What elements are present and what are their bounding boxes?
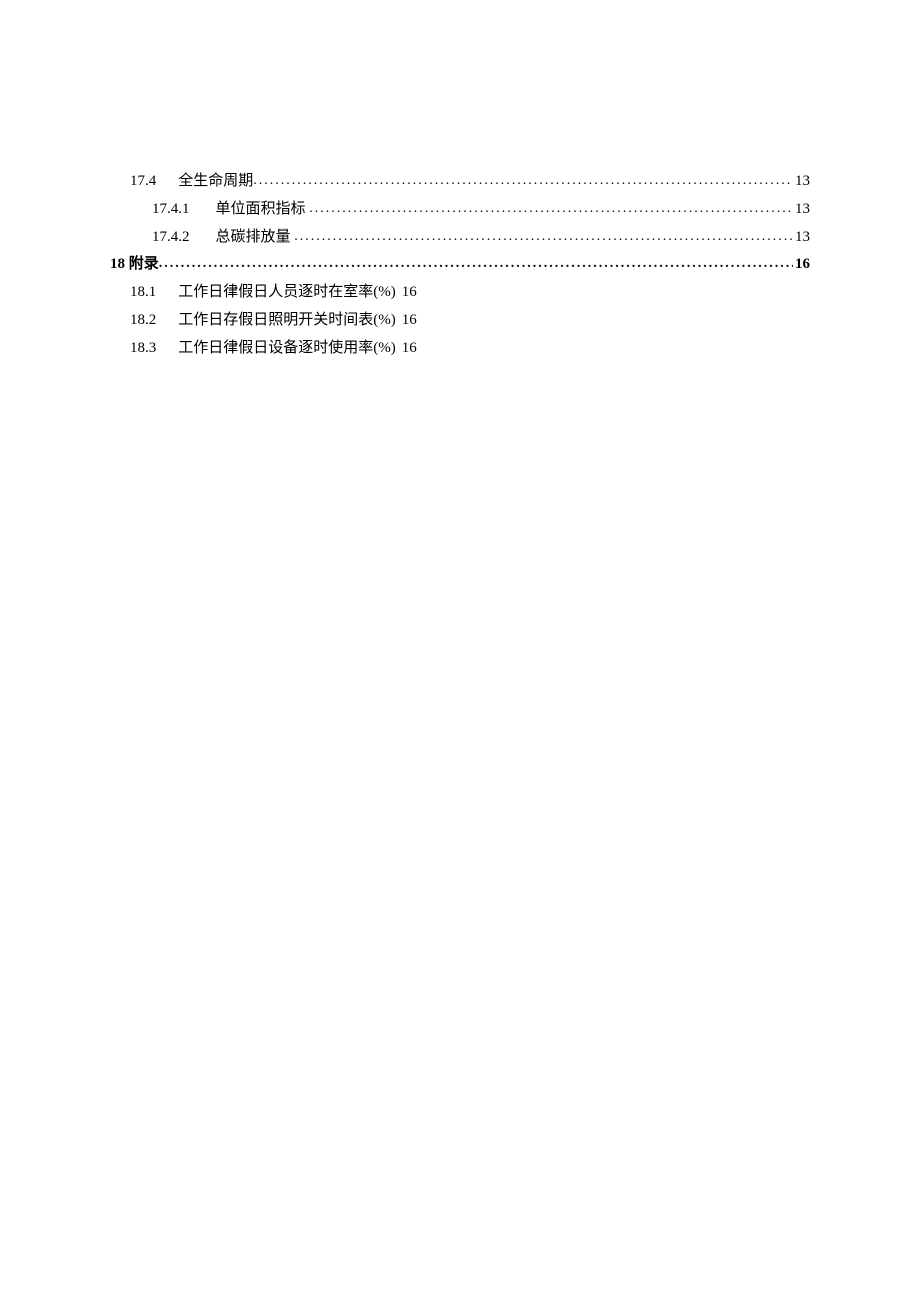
toc-leader: ........................................… — [253, 168, 793, 194]
toc-page: 13 — [793, 168, 810, 196]
toc-leader: ........................................… — [309, 196, 793, 222]
toc-number: 17.4 — [130, 168, 156, 196]
toc-leader: ........................................… — [294, 224, 793, 250]
toc-entry-17-4: 17.4 全生命周期 .............................… — [110, 168, 810, 196]
toc-page: 16 — [400, 335, 417, 363]
toc-title: 工作日存假日照明开关时间表(%) — [178, 307, 396, 335]
toc-title: 全生命周期 — [178, 168, 253, 196]
toc-page: 13 — [793, 196, 810, 224]
toc-number: 17.4.2 — [152, 224, 190, 252]
toc-entry-18-1: 18.1 工作日律假日人员逐时在室率(%) 16 — [110, 279, 810, 307]
toc-title: 工作日律假日设备逐时使用率(%) — [178, 335, 396, 363]
toc-page: 16 — [400, 279, 417, 307]
toc-number: 18.3 — [130, 335, 156, 363]
toc-number: 18.1 — [130, 279, 156, 307]
toc-title: 附录 — [129, 251, 159, 279]
toc-title: 单位面积指标 — [216, 196, 306, 224]
toc-page: 16 — [400, 307, 417, 335]
toc-entry-18: 18 附录 ..................................… — [110, 251, 810, 279]
toc-number: 17.4.1 — [152, 196, 190, 224]
toc-page: 13 — [793, 224, 810, 252]
toc-page: 16 — [793, 251, 810, 279]
toc-entry-18-2: 18.2 工作日存假日照明开关时间表(%) 16 — [110, 307, 810, 335]
toc-title: 总碳排放量 — [216, 224, 291, 252]
toc-entry-17-4-1: 17.4.1 单位面积指标 ..........................… — [110, 196, 810, 224]
toc-number: 18 — [110, 251, 125, 279]
toc-entry-18-3: 18.3 工作日律假日设备逐时使用率(%) 16 — [110, 335, 810, 363]
toc-entry-17-4-2: 17.4.2 总碳排放量 ...........................… — [110, 224, 810, 252]
toc-leader: ........................................… — [159, 251, 793, 277]
toc-title: 工作日律假日人员逐时在室率(%) — [178, 279, 396, 307]
toc-number: 18.2 — [130, 307, 156, 335]
